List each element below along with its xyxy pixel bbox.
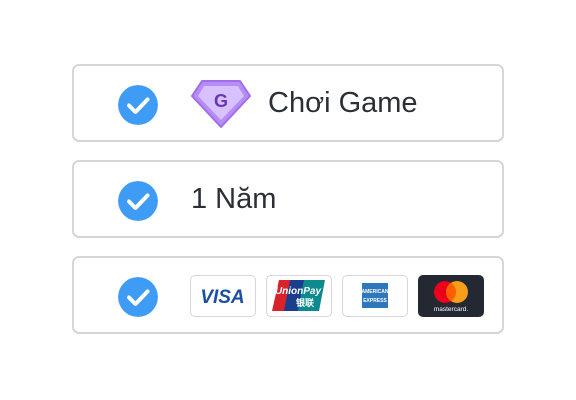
amex-logo-top: AMERICAN <box>362 289 389 295</box>
unionpay-card-icon: UnionPay 银联 <box>266 275 332 317</box>
mastercard-logo-text: mastercard. <box>434 306 469 313</box>
american-express-card-icon: AMERICAN EXPRESS <box>342 275 408 317</box>
unionpay-logo-text: UnionPay <box>275 286 322 297</box>
visa-logo-text: VISA <box>200 287 244 308</box>
check-circle-icon <box>118 181 158 221</box>
mastercard-card-icon: mastercard. <box>418 275 484 317</box>
option-one-year[interactable]: 1 Năm <box>72 160 504 238</box>
check-circle-icon <box>118 85 158 125</box>
option-label-one-year: 1 Năm <box>191 183 277 215</box>
amex-logo-bottom: EXPRESS <box>363 298 387 304</box>
option-label-play-game: Chơi Game <box>268 87 418 119</box>
gem-icon: G <box>191 80 251 128</box>
unionpay-chinese-text: 银联 <box>296 297 315 309</box>
gem-badge-letter: G <box>214 91 228 111</box>
option-play-game[interactable]: G Chơi Game <box>72 64 504 142</box>
option-payment-methods[interactable]: VISA UnionPay 银联 AMERICAN EXPRESS master… <box>72 256 504 334</box>
visa-card-icon: VISA <box>190 275 256 317</box>
check-circle-icon <box>118 277 158 317</box>
